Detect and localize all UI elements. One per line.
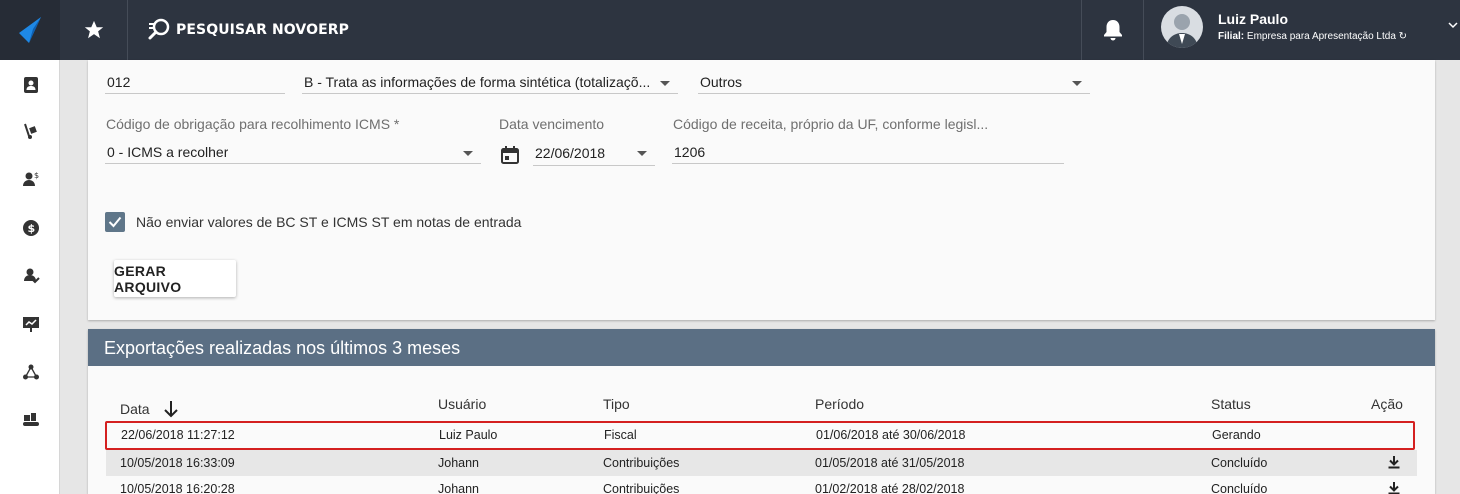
calendar-icon[interactable] <box>500 145 520 165</box>
bell-icon <box>1103 20 1122 41</box>
dollar-circle-icon: $ <box>23 220 39 236</box>
cell-type: Contribuições <box>603 482 680 494</box>
skip-st-values-checkbox[interactable] <box>105 212 125 232</box>
column-header-user[interactable]: Usuário <box>438 396 486 412</box>
address-book-icon <box>24 77 38 93</box>
skip-st-values-label[interactable]: Não enviar valores de BC ST e ICMS ST em… <box>136 214 521 230</box>
download-icon[interactable] <box>1387 481 1401 494</box>
search-icon <box>148 18 170 40</box>
cell-user: Johann <box>438 482 480 494</box>
cell-user: Luiz Paulo <box>439 428 498 442</box>
dropdown-caret-icon <box>1072 81 1082 86</box>
top-bar: PESQUISAR NOVOERP Luiz Paulo Filial: Emp… <box>0 0 1460 60</box>
revenue-code-label: Código de receita, próprio da UF, confor… <box>673 116 989 132</box>
exports-title: Exportações realizadas nos últimos 3 mes… <box>88 329 1435 366</box>
branch-label: Filial: <box>1218 31 1245 42</box>
sidebar-item-financial[interactable]: $ <box>18 215 44 241</box>
branch-info: Filial: Empresa para Apresentação Ltda ↻ <box>1218 31 1407 42</box>
cell-date: 10/05/2018 16:33:09 <box>120 456 235 470</box>
user-money-icon: $ <box>23 171 39 186</box>
field-info-type-select[interactable]: B - Trata as informações de forma sintét… <box>302 64 678 94</box>
search-button[interactable]: PESQUISAR NOVOERP <box>146 0 349 60</box>
user-name: Luiz Paulo <box>1218 11 1288 27</box>
generate-file-button[interactable]: GERAR ARQUIVO <box>114 260 236 297</box>
due-date-label: Data vencimento <box>499 116 605 132</box>
sidebar-item-logistics[interactable] <box>18 118 44 144</box>
revenue-code-value: 1206 <box>674 144 706 160</box>
dropdown-caret-icon <box>637 151 647 156</box>
obligation-label: Código de obrigação para recolhimento IC… <box>106 116 400 132</box>
table-row[interactable]: 10/05/2018 16:20:28 Johann Contribuições… <box>106 476 1417 494</box>
sidebar-item-production[interactable] <box>18 407 44 433</box>
cell-user: Johann <box>438 456 480 470</box>
table-row[interactable]: 22/06/2018 11:27:12 Luiz Paulo Fiscal 01… <box>105 421 1415 450</box>
field-purpose-select[interactable]: Outros <box>698 64 1090 94</box>
cell-period: 01/02/2018 até 28/02/2018 <box>815 482 965 494</box>
presentation-chart-icon <box>23 317 39 332</box>
user-menu[interactable]: Luiz Paulo Filial: Empresa para Apresent… <box>1145 0 1460 60</box>
column-header-period[interactable]: Período <box>815 396 864 412</box>
cell-type: Fiscal <box>604 428 637 442</box>
svg-text:$: $ <box>28 222 36 235</box>
cell-date: 22/06/2018 11:27:12 <box>121 428 235 442</box>
due-date-value: 22/06/2018 <box>535 145 606 161</box>
cell-period: 01/06/2018 até 30/06/2018 <box>816 428 966 442</box>
field-code[interactable]: 012 <box>105 64 285 94</box>
obligation-select[interactable]: 0 - ICMS a recolher <box>105 134 481 164</box>
column-header-status[interactable]: Status <box>1211 396 1251 412</box>
sidebar-item-contacts[interactable] <box>18 72 44 98</box>
cell-status: Gerando <box>1212 428 1261 442</box>
network-icon <box>23 364 39 380</box>
hand-truck-icon <box>24 123 37 139</box>
sidebar-item-reports[interactable] <box>18 311 44 337</box>
svg-text:$: $ <box>34 171 39 180</box>
sidebar: $ $ <box>0 60 60 494</box>
avatar <box>1161 6 1203 48</box>
search-label: PESQUISAR NOVOERP <box>176 22 349 38</box>
exports-card: Exportações realizadas nos últimos 3 mes… <box>88 329 1435 494</box>
sped-form-card: 012 B - Trata as informações de forma si… <box>88 60 1435 320</box>
factory-conveyor-icon <box>23 413 39 426</box>
cell-type: Contribuições <box>603 456 680 470</box>
due-date-select[interactable]: 22/06/2018 <box>533 134 655 166</box>
column-header-action: Ação <box>1371 396 1403 412</box>
cell-status: Concluído <box>1211 482 1268 494</box>
sidebar-item-finance-users[interactable]: $ <box>18 166 44 192</box>
sidebar-item-hr[interactable] <box>18 263 44 289</box>
branch-value: Empresa para Apresentação Ltda <box>1246 31 1396 42</box>
checkmark-icon <box>108 216 122 228</box>
notifications-button[interactable] <box>1081 0 1144 60</box>
revenue-code-input[interactable]: 1206 <box>672 134 1064 164</box>
field-purpose-value: Outros <box>700 74 743 90</box>
user-avatar-icon <box>1166 14 1198 48</box>
table-row[interactable]: 10/05/2018 16:33:09 Johann Contribuições… <box>106 450 1417 476</box>
column-header-date[interactable]: Data <box>120 396 179 418</box>
cell-date: 10/05/2018 16:20:28 <box>120 482 235 494</box>
cell-status: Concluído <box>1211 456 1268 470</box>
star-icon <box>84 20 103 39</box>
download-icon[interactable] <box>1387 455 1401 469</box>
dropdown-caret-icon <box>463 151 473 156</box>
sort-down-arrow-icon[interactable] <box>163 400 179 418</box>
switch-branch-icon[interactable]: ↻ <box>1399 31 1407 42</box>
field-info-type-value: B - Trata as informações de forma sintét… <box>304 74 651 90</box>
chevron-down-icon[interactable] <box>1448 20 1458 30</box>
column-header-type[interactable]: Tipo <box>603 396 630 412</box>
favorites-button[interactable] <box>60 0 128 60</box>
field-code-value: 012 <box>107 74 131 90</box>
novoerp-logo-icon <box>19 17 41 43</box>
user-handshake-icon <box>24 268 40 284</box>
cell-period: 01/05/2018 até 31/05/2018 <box>815 456 965 470</box>
dropdown-caret-icon <box>660 81 670 86</box>
app-logo[interactable] <box>0 0 60 60</box>
obligation-value: 0 - ICMS a recolher <box>107 144 229 160</box>
sidebar-item-network[interactable] <box>18 359 44 385</box>
